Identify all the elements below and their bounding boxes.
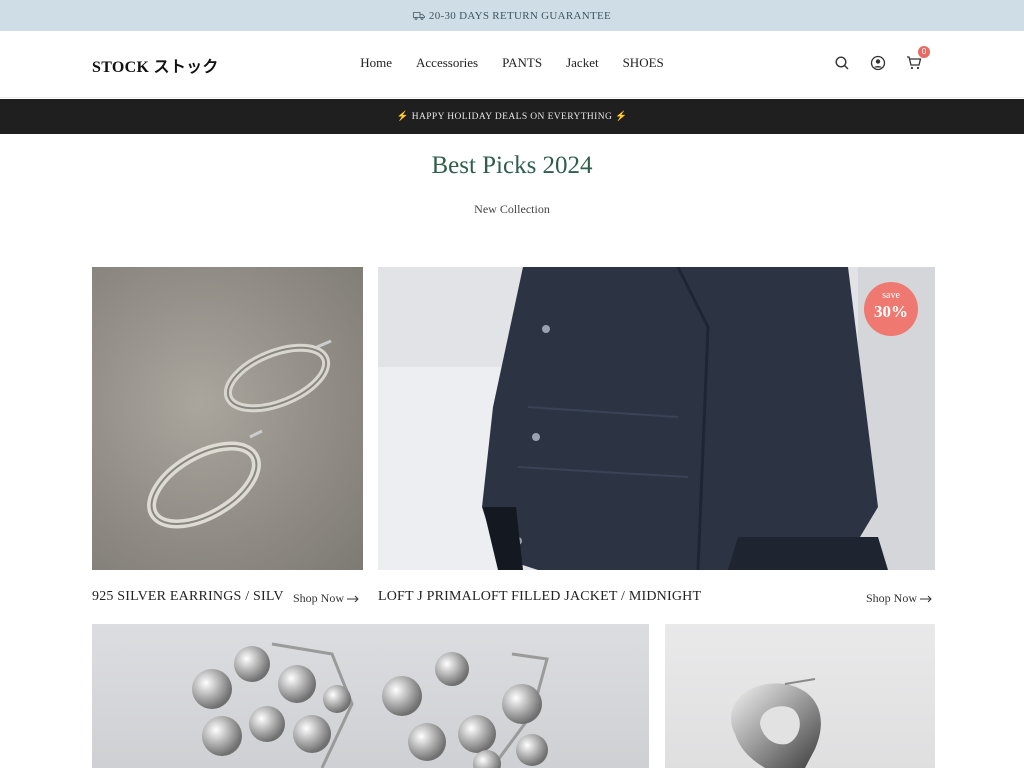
shop-now-link[interactable]: Shop Now (866, 591, 932, 606)
product-title[interactable]: LOFT J PRIMALOFT FILLED JACKET / MIDNIGH… (378, 589, 798, 605)
arrow-right-icon (920, 595, 932, 602)
nav-shoes[interactable]: SHOES (623, 55, 664, 71)
shop-now-label: Shop Now (293, 591, 345, 605)
shop-now-link[interactable]: Shop Now (293, 591, 359, 606)
product-title[interactable]: 925 SILVER EARRINGS / SILV (92, 589, 288, 605)
nav-pants[interactable]: PANTS (502, 55, 542, 71)
section-subtitle: New Collection (474, 202, 550, 216)
site-header: STOCK ストック Home Accessories PANTS Jacket… (0, 31, 1024, 98)
nav-accessories[interactable]: Accessories (416, 55, 478, 71)
cart-count-badge: 0 (918, 46, 930, 58)
cart-button[interactable]: 0 (906, 46, 930, 71)
product-image-jacket[interactable] (378, 267, 935, 570)
promo-bar: ⚡ HAPPY HOLIDAY DEALS ON EVERYTHING ⚡ (0, 99, 1024, 134)
truck-icon (413, 11, 425, 20)
announcement-text: 20-30 DAYS RETURN GUARANTEE (428, 9, 612, 22)
product-image-ball-earrings[interactable] (92, 624, 649, 768)
product-image-earrings[interactable] (92, 267, 363, 570)
sale-badge: save 30% (864, 282, 918, 336)
promo-text: ⚡ HAPPY HOLIDAY DEALS ON EVERYTHING ⚡ (396, 112, 628, 122)
sale-badge-value: 30% (874, 302, 908, 321)
header-icons: 0 (834, 46, 930, 71)
arrow-right-icon (347, 595, 359, 602)
section-title: Best Picks 2024 (431, 152, 593, 179)
site-logo[interactable]: STOCK ストック (92, 53, 219, 77)
search-button[interactable] (834, 55, 850, 71)
search-icon (835, 56, 849, 70)
jacket-illustration (378, 267, 935, 570)
ball-earrings-illustration (192, 642, 549, 768)
account-button[interactable] (870, 55, 886, 71)
earrings-illustration (147, 339, 332, 529)
announcement-bar: 20-30 DAYS RETURN GUARANTEE (0, 0, 1024, 31)
product-image-hoop[interactable] (665, 624, 935, 768)
nav-jacket[interactable]: Jacket (566, 55, 598, 71)
shop-now-label: Shop Now (866, 591, 918, 605)
account-icon (870, 55, 886, 71)
sale-badge-label: save (882, 290, 900, 301)
nav-home[interactable]: Home (360, 55, 392, 71)
hoop-illustration (731, 678, 821, 768)
cart-icon (907, 56, 922, 70)
